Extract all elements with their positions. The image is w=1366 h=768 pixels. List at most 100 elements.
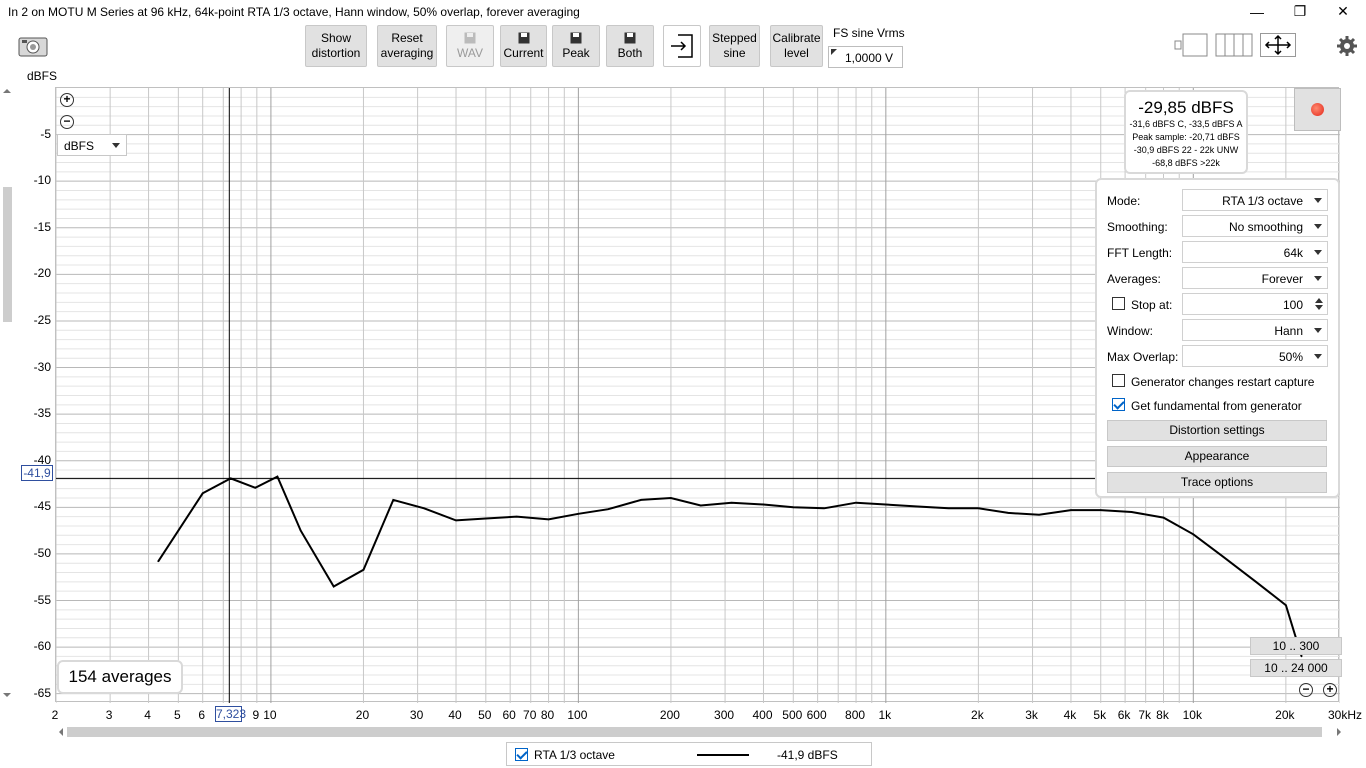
stepped-sine-label-2: sine — [723, 46, 746, 60]
data-point — [423, 507, 425, 510]
fft-length-select[interactable]: 64k — [1182, 241, 1328, 263]
level-sub-line: -68,8 dBFS >22k — [1152, 158, 1220, 168]
reset-averaging-button[interactable]: Reset averaging — [377, 25, 437, 67]
x-tick-label: 50 — [478, 708, 492, 722]
floppy-icon — [464, 32, 476, 43]
x-tick-label: 600 — [806, 708, 827, 722]
x-tick-label: 200 — [659, 708, 680, 722]
smoothing-select[interactable]: No smoothing — [1182, 215, 1328, 237]
get-fundamental-label: Get fundamental from generator — [1131, 399, 1302, 413]
x-tick-label: 5 — [174, 708, 181, 722]
zoom-out-y-icon[interactable]: − — [60, 115, 74, 129]
max-overlap-value: 50% — [1278, 350, 1303, 364]
spinner-icon[interactable] — [1315, 297, 1323, 311]
stop-at-checkbox[interactable] — [1112, 297, 1125, 310]
zoom-out-x-icon[interactable]: − — [1299, 683, 1313, 697]
smoothing-label: Smoothing: — [1107, 220, 1168, 234]
max-overlap-label: Max Overlap: — [1107, 350, 1179, 364]
gear-icon[interactable] — [1336, 35, 1358, 60]
window-value: Hann — [1274, 324, 1303, 338]
distortion-settings-button[interactable]: Distortion settings — [1107, 420, 1327, 441]
layout-single-icon[interactable] — [1174, 33, 1208, 60]
calibrate-level-label-1: Calibrate — [772, 31, 821, 45]
averages-select[interactable]: Forever — [1182, 267, 1328, 289]
data-point — [577, 513, 580, 515]
get-fundamental-checkbox[interactable] — [1112, 398, 1125, 411]
wav-button[interactable]: WAV — [446, 25, 494, 67]
x-tick-label: 4 — [144, 708, 151, 722]
input-button[interactable] — [663, 25, 701, 67]
averages-label: Averages: — [1107, 272, 1161, 286]
data-point — [515, 515, 518, 518]
generator-restart-checkbox[interactable] — [1112, 374, 1125, 387]
both-label: Both — [617, 45, 643, 60]
x-tick-label: 70 — [523, 708, 537, 722]
mode-select[interactable]: RTA 1/3 octave — [1182, 189, 1328, 211]
trace-options-button[interactable]: Trace options — [1107, 472, 1327, 493]
camera-icon[interactable] — [18, 35, 48, 60]
vertical-scrollbar[interactable] — [0, 87, 14, 702]
level-sub-line: -31,6 dBFS C, -33,5 dBFS A — [1129, 119, 1243, 129]
y-tick-label: -60 — [33, 639, 51, 654]
y-tick-label: -10 — [33, 173, 51, 188]
scroll-right-icon[interactable] — [1335, 728, 1343, 736]
data-point — [392, 499, 395, 501]
data-point — [1099, 509, 1102, 511]
y-tick-label: -15 — [33, 219, 51, 234]
x-tick-label: 20 — [355, 708, 370, 722]
y-unit-select[interactable]: dBFS — [57, 134, 127, 156]
fft-length-label: FFT Length: — [1107, 246, 1173, 260]
stepped-sine-button[interactable]: Stepped sine — [709, 25, 760, 67]
x-tick-label: 2k — [971, 708, 984, 722]
y-tick-label: -25 — [33, 312, 51, 327]
trace-legend: RTA 1/3 octave -41,9 dBFS — [506, 742, 872, 766]
scroll-up-icon[interactable] — [3, 87, 11, 95]
chevron-down-icon — [1314, 328, 1322, 333]
trace-line-swatch — [697, 754, 749, 756]
fft-length-value: 64k — [1283, 246, 1303, 260]
stop-at-spinner[interactable]: 100 — [1182, 293, 1328, 315]
x-tick-label: 60 — [502, 708, 516, 722]
scroll-left-icon[interactable] — [57, 728, 65, 736]
zoom-in-y-icon[interactable]: + — [60, 93, 74, 107]
data-point — [157, 560, 160, 563]
minimize-button[interactable]: — — [1234, 0, 1280, 23]
horizontal-scroll-thumb[interactable] — [67, 727, 1322, 737]
zoom-in-x-icon[interactable]: + — [1323, 683, 1337, 697]
restore-button[interactable]: ❐ — [1277, 0, 1323, 23]
window-select[interactable]: Hann — [1182, 319, 1328, 341]
averages-value: Forever — [1261, 272, 1303, 286]
close-button[interactable]: ✕ — [1320, 0, 1366, 23]
record-icon — [1311, 103, 1324, 116]
reset-averaging-label-1: Reset — [391, 31, 423, 45]
mode-label: Mode: — [1107, 194, 1141, 208]
x-tick-label: 80 — [540, 708, 555, 722]
chevron-down-icon — [1314, 276, 1322, 281]
appearance-button[interactable]: Appearance — [1107, 446, 1327, 467]
chevron-down-icon — [1314, 224, 1322, 229]
vertical-scroll-thumb[interactable] — [3, 187, 12, 322]
fs-sine-input[interactable]: 1,0000 V — [828, 46, 903, 68]
horizontal-scrollbar[interactable] — [55, 725, 1345, 739]
both-button[interactable]: Both — [606, 25, 654, 67]
x-tick-label: 10k — [1182, 708, 1202, 722]
range-10-300-button[interactable]: 10 .. 300 — [1250, 637, 1342, 655]
show-distortion-button[interactable]: Show distortion — [305, 25, 367, 67]
max-overlap-select[interactable]: 50% — [1182, 345, 1328, 367]
trace-visible-checkbox[interactable] — [515, 748, 528, 761]
layout-columns-icon[interactable] — [1215, 33, 1253, 60]
data-point — [607, 508, 609, 510]
y-tick-label: -5 — [40, 126, 51, 141]
peak-button[interactable]: Peak — [552, 25, 600, 67]
calibrate-level-button[interactable]: Calibrate level — [770, 25, 823, 67]
range-10-24000-button[interactable]: 10 .. 24 000 — [1250, 659, 1342, 677]
y-cursor-readout: -41,9 — [21, 465, 53, 481]
y-tick-label: -45 — [33, 499, 51, 514]
peak-label: Peak — [562, 45, 590, 60]
move-icon[interactable] — [1260, 33, 1296, 60]
scroll-down-icon[interactable] — [3, 691, 11, 699]
data-point — [1162, 516, 1165, 519]
show-distortion-label-2: distortion — [311, 46, 361, 60]
record-button[interactable] — [1294, 88, 1341, 131]
current-button[interactable]: Current — [500, 25, 547, 67]
